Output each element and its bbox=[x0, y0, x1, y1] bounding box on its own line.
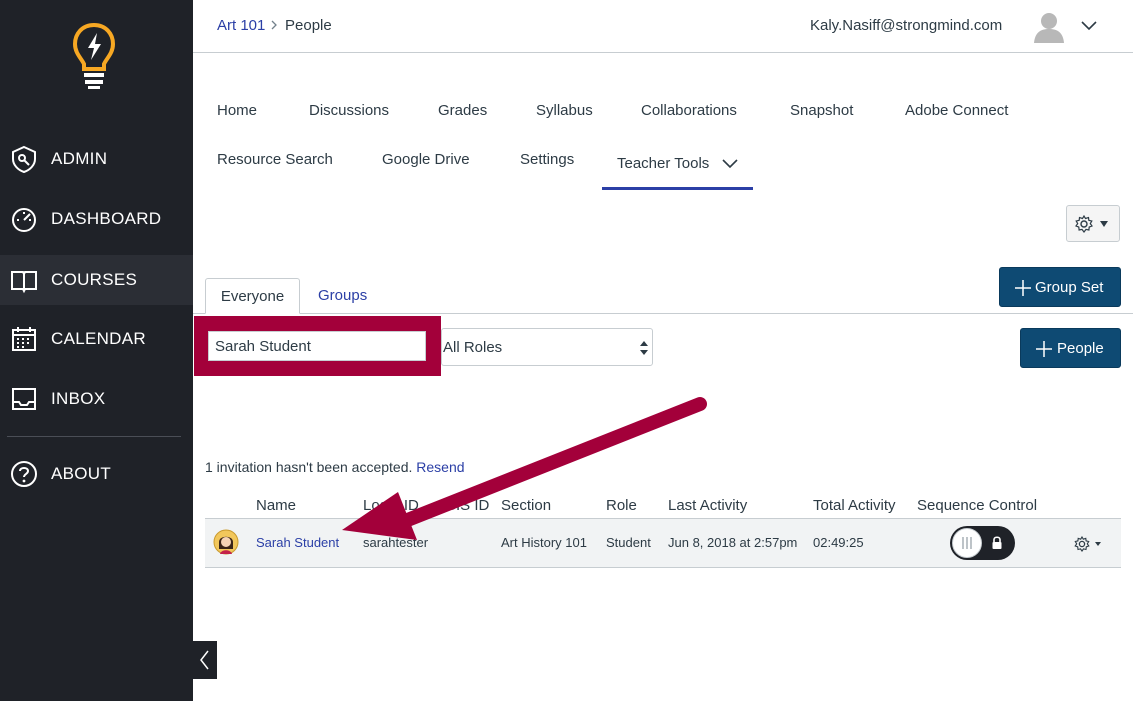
resend-invitation-link[interactable]: Resend bbox=[416, 459, 464, 475]
tab-everyone[interactable]: Everyone bbox=[205, 278, 300, 314]
caret-down-icon bbox=[1100, 221, 1108, 227]
chevron-right-icon bbox=[271, 20, 277, 30]
course-nav-collaborations[interactable]: Collaborations bbox=[641, 102, 737, 119]
course-nav-google-drive[interactable]: Google Drive bbox=[382, 151, 470, 168]
nav-dashboard-label: DASHBOARD bbox=[51, 209, 162, 228]
column-header-section[interactable]: Section bbox=[501, 497, 551, 514]
nav-about-label: ABOUT bbox=[51, 464, 112, 483]
nav-about[interactable]: ABOUT bbox=[0, 449, 193, 499]
course-nav-discussions[interactable]: Discussions bbox=[309, 102, 389, 119]
roles-filter-value: All Roles bbox=[443, 339, 503, 356]
settings-menu-button[interactable] bbox=[1066, 205, 1120, 242]
add-people-button[interactable]: People bbox=[1020, 328, 1121, 368]
updown-arrows-icon bbox=[640, 341, 648, 355]
active-tab-underline bbox=[602, 187, 753, 190]
cell-login-id: sarahtester bbox=[363, 535, 429, 550]
user-email[interactable]: Kaly.Nasiff@strongmind.com bbox=[810, 17, 1002, 34]
nav-calendar[interactable]: CALENDAR bbox=[0, 314, 193, 364]
course-nav-grades[interactable]: Grades bbox=[438, 102, 487, 119]
calendar-icon bbox=[12, 327, 36, 351]
add-people-label: People bbox=[1057, 340, 1104, 357]
row-gear-icon[interactable] bbox=[1073, 536, 1103, 552]
nav-courses[interactable]: COURSES bbox=[0, 255, 193, 305]
sequence-control-toggle[interactable] bbox=[950, 526, 1015, 560]
chevron-down-icon[interactable] bbox=[721, 158, 739, 169]
lock-icon bbox=[992, 536, 1002, 549]
course-nav-teacher-tools[interactable]: Teacher Tools bbox=[617, 155, 709, 172]
pending-invitation-notice: 1 invitation hasn't been accepted. Resen… bbox=[205, 459, 465, 475]
nav-inbox[interactable]: INBOX bbox=[0, 374, 193, 424]
speedometer-icon bbox=[12, 208, 36, 232]
nav-inbox-label: INBOX bbox=[51, 389, 106, 408]
tab-groups[interactable]: Groups bbox=[318, 287, 367, 304]
nav-courses-label: COURSES bbox=[51, 270, 138, 289]
course-nav-home[interactable]: Home bbox=[217, 102, 257, 119]
column-header-last-activity[interactable]: Last Activity bbox=[668, 497, 747, 514]
nav-divider bbox=[7, 436, 181, 437]
course-nav-resource-search[interactable]: Resource Search bbox=[217, 151, 333, 168]
invitation-text: 1 invitation hasn't been accepted. bbox=[205, 459, 413, 475]
add-group-set-button[interactable]: Group Set bbox=[999, 267, 1121, 307]
column-header-sequence-control: Sequence Control bbox=[917, 497, 1038, 514]
chevron-down-icon[interactable] bbox=[1080, 19, 1098, 31]
roles-filter-select[interactable]: All Roles bbox=[441, 328, 653, 366]
cell-section: Art History 101 bbox=[501, 535, 587, 550]
grip-lines-icon bbox=[962, 537, 972, 549]
toggle-knob[interactable] bbox=[952, 528, 982, 558]
course-nav-snapshot[interactable]: Snapshot bbox=[790, 102, 853, 119]
course-nav-settings[interactable]: Settings bbox=[520, 151, 574, 168]
inbox-icon bbox=[12, 388, 36, 410]
lightbulb-logo-icon[interactable] bbox=[72, 22, 116, 90]
shield-icon bbox=[12, 145, 36, 173]
student-name-link[interactable]: Sarah Student bbox=[256, 535, 339, 550]
search-people-input[interactable] bbox=[208, 331, 426, 361]
course-nav-adobe-connect[interactable]: Adobe Connect bbox=[905, 102, 1008, 119]
global-navigation: ADMIN DASHBOARD COURSES CALENDAR INBOX A… bbox=[0, 0, 193, 701]
breadcrumb-current: People bbox=[285, 17, 332, 34]
question-icon bbox=[11, 461, 37, 487]
column-header-sis-id[interactable]: SIS ID bbox=[446, 497, 489, 514]
column-header-role[interactable]: Role bbox=[606, 497, 637, 514]
gear-icon bbox=[1075, 215, 1093, 233]
cell-role: Student bbox=[606, 535, 651, 550]
cell-total-activity: 02:49:25 bbox=[813, 535, 864, 550]
add-group-set-label: Group Set bbox=[1035, 279, 1104, 296]
cell-last-activity: Jun 8, 2018 at 2:57pm bbox=[668, 535, 798, 550]
plus-icon bbox=[1036, 341, 1052, 357]
column-header-login-id[interactable]: Login ID bbox=[363, 497, 419, 514]
nav-dashboard[interactable]: DASHBOARD bbox=[0, 194, 193, 244]
user-avatar-icon[interactable] bbox=[1033, 10, 1065, 44]
tabs-divider bbox=[193, 313, 1133, 314]
breadcrumb-course-link[interactable]: Art 101 bbox=[217, 17, 265, 34]
top-bar: Art 101 People Kaly.Nasiff@strongmind.co… bbox=[193, 0, 1133, 53]
nav-admin[interactable]: ADMIN bbox=[0, 134, 193, 184]
plus-icon bbox=[1015, 280, 1031, 296]
column-header-name[interactable]: Name bbox=[256, 497, 296, 514]
column-header-total-activity[interactable]: Total Activity bbox=[813, 497, 896, 514]
nav-calendar-label: CALENDAR bbox=[51, 329, 146, 348]
student-avatar-icon[interactable] bbox=[213, 529, 239, 555]
nav-admin-label: ADMIN bbox=[51, 149, 108, 168]
course-nav-syllabus[interactable]: Syllabus bbox=[536, 102, 593, 119]
book-icon bbox=[11, 271, 37, 294]
chevron-left-icon bbox=[200, 650, 209, 670]
collapse-nav-button[interactable] bbox=[193, 641, 217, 679]
